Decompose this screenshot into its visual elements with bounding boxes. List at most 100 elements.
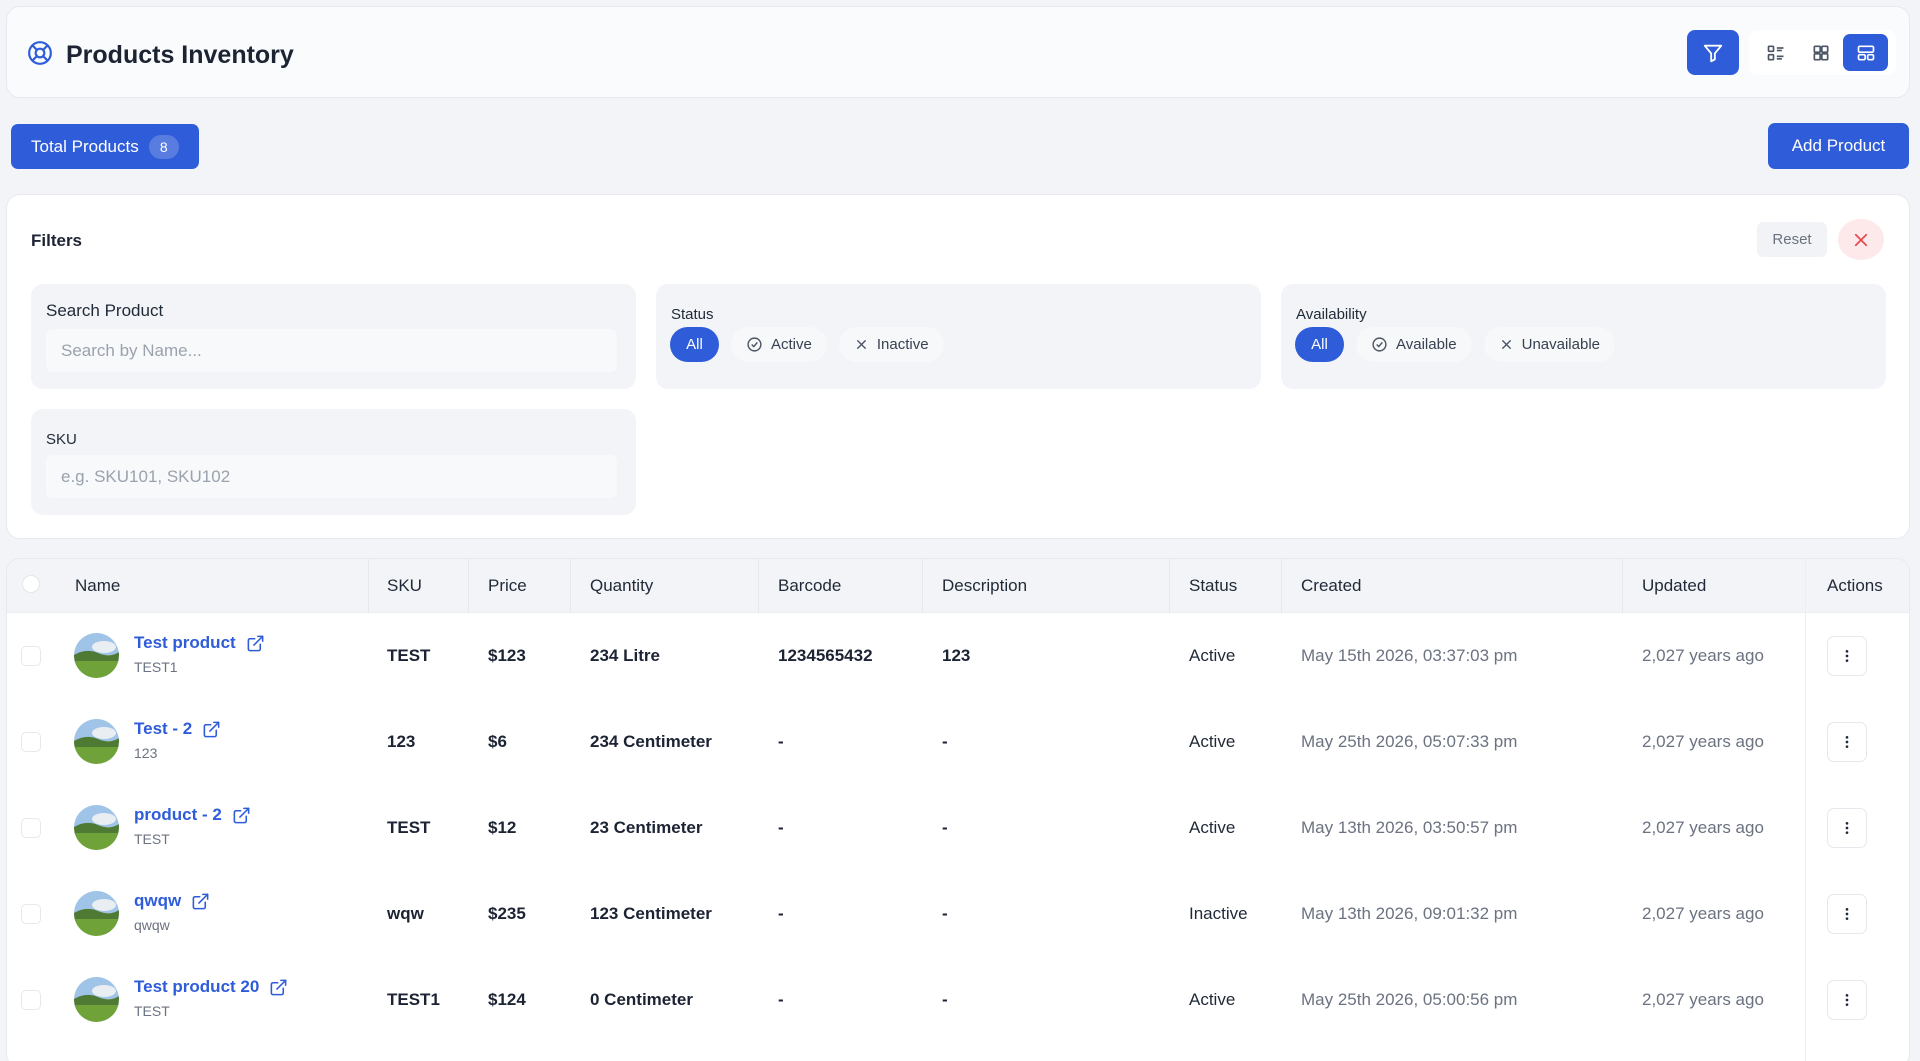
add-product-button[interactable]: Add Product <box>1768 123 1909 169</box>
more-vertical-icon <box>1845 736 1849 748</box>
column-header-sku[interactable]: SKU <box>387 576 422 596</box>
grid-view-button[interactable] <box>1798 34 1843 71</box>
cell-status: Inactive <box>1189 904 1248 923</box>
reset-filters-button[interactable]: Reset <box>1757 222 1827 257</box>
product-name-link[interactable]: Test - 2 <box>134 719 221 739</box>
table-row[interactable]: product - 2 TEST TEST $12 23 Centimeter … <box>7 785 1909 871</box>
search-product-input[interactable]: Search by Name... <box>46 329 617 372</box>
cell-quantity: 0 Centimeter <box>590 990 693 1009</box>
availability-chip-unavailable[interactable]: Unavailable <box>1483 327 1615 362</box>
row-actions-button[interactable] <box>1827 894 1867 934</box>
row-actions-button[interactable] <box>1827 722 1867 762</box>
column-header-quantity[interactable]: Quantity <box>590 576 653 596</box>
table-row[interactable]: Test product 20 TEST TEST1 $124 0 Centim… <box>7 957 1909 1043</box>
row-checkbox[interactable] <box>21 990 41 1010</box>
product-name-link[interactable]: product - 2 <box>134 805 251 825</box>
product-thumbnail <box>74 977 119 1022</box>
column-header-status[interactable]: Status <box>1189 576 1237 596</box>
column-header-description[interactable]: Description <box>942 576 1027 596</box>
cell-price: $124 <box>488 990 526 1009</box>
filter-icon <box>1703 44 1723 62</box>
product-subtitle: TEST1 <box>134 659 178 675</box>
product-thumbnail <box>74 719 119 764</box>
total-products-count: 8 <box>148 134 179 159</box>
status-chip-all[interactable]: All <box>670 327 719 362</box>
cell-sku: wqw <box>387 904 424 923</box>
row-checkbox[interactable] <box>21 818 41 838</box>
filters-title: Filters <box>31 231 83 250</box>
cell-status: Active <box>1189 646 1236 665</box>
product-name-link[interactable]: qwqw <box>134 891 210 911</box>
close-icon <box>1854 233 1868 246</box>
external-link-icon[interactable] <box>202 720 221 739</box>
availability-chip-available[interactable]: Available <box>1356 327 1472 362</box>
status-chip-active[interactable]: Active <box>731 327 827 362</box>
sku-filter-input[interactable]: e.g. SKU101, SKU102 <box>46 455 617 498</box>
cell-description: 123 <box>942 646 971 665</box>
sku-filter-label: SKU <box>46 431 77 448</box>
row-actions-button[interactable] <box>1827 808 1867 848</box>
cell-updated: 2,027 years ago <box>1642 818 1764 837</box>
column-header-barcode[interactable]: Barcode <box>778 576 841 596</box>
select-all-checkbox[interactable] <box>22 575 40 593</box>
cell-description: - <box>942 818 948 837</box>
status-chip-inactive[interactable]: Inactive <box>838 327 944 362</box>
sku-filter: SKU e.g. SKU101, SKU102 <box>31 409 636 515</box>
card-view-icon <box>1857 45 1874 61</box>
close-filters-button[interactable] <box>1838 219 1884 260</box>
cell-description: - <box>942 904 948 923</box>
cell-description: - <box>942 990 948 1009</box>
availability-filter: Availability All Available Unavailable <box>1281 284 1886 389</box>
row-actions-button[interactable] <box>1827 636 1867 676</box>
row-checkbox[interactable] <box>21 732 41 752</box>
column-header-name[interactable]: Name <box>75 576 120 596</box>
check-circle-icon <box>1372 337 1387 352</box>
availability-chip-all[interactable]: All <box>1295 327 1344 362</box>
cell-sku: TEST <box>387 646 431 665</box>
product-name-link[interactable]: Test product <box>134 633 265 653</box>
more-vertical-icon <box>1845 908 1849 920</box>
cell-barcode: - <box>778 818 784 837</box>
check-circle-icon <box>747 337 762 352</box>
table-row[interactable]: Test - 2 123 123 $6 234 Centimeter - - A… <box>7 699 1909 785</box>
filter-toggle-button[interactable] <box>1687 30 1739 75</box>
list-view-button[interactable] <box>1753 34 1798 71</box>
page-title: Products Inventory <box>66 41 294 69</box>
column-header-price[interactable]: Price <box>488 576 527 596</box>
cell-updated: 2,027 years ago <box>1642 732 1764 751</box>
search-product-label: Search Product <box>46 301 164 320</box>
table-row[interactable]: qwqw qwqw wqw $235 123 Centimeter - - In… <box>7 871 1909 957</box>
table-row[interactable]: Test product TEST1 TEST $123 234 Litre 1… <box>7 613 1909 699</box>
filters-panel: Filters Reset Search Product Search by N… <box>6 194 1910 539</box>
status-filter: Status All Active Inactive <box>656 284 1261 389</box>
external-link-icon[interactable] <box>269 978 288 997</box>
row-checkbox[interactable] <box>21 904 41 924</box>
cell-description: - <box>942 732 948 751</box>
external-link-icon[interactable] <box>232 806 251 825</box>
page-header: Products Inventory <box>6 6 1910 98</box>
cell-updated: 2,027 years ago <box>1642 990 1764 1009</box>
external-link-icon[interactable] <box>191 892 210 911</box>
cell-price: $235 <box>488 904 526 923</box>
product-subtitle: TEST <box>134 831 170 847</box>
product-name-link[interactable]: Test product 20 <box>134 977 288 997</box>
row-actions-button[interactable] <box>1827 980 1867 1020</box>
availability-chip-unavailable-label: Unavailable <box>1521 336 1600 353</box>
cell-created: May 13th 2026, 09:01:32 pm <box>1301 904 1518 923</box>
card-view-button[interactable] <box>1843 34 1888 71</box>
external-link-icon[interactable] <box>246 634 265 653</box>
more-vertical-icon <box>1845 822 1849 834</box>
availability-filter-label: Availability <box>1296 306 1367 323</box>
cell-quantity: 234 Litre <box>590 646 660 665</box>
total-products-button[interactable]: Total Products 8 <box>11 124 199 169</box>
total-products-label: Total Products <box>31 136 139 156</box>
row-checkbox[interactable] <box>21 646 41 666</box>
product-thumbnail <box>74 633 119 678</box>
search-product-filter: Search Product Search by Name... <box>31 284 636 389</box>
cell-barcode: - <box>778 990 784 1009</box>
column-header-updated[interactable]: Updated <box>1642 576 1706 596</box>
table-header: Name SKU Price Quantity Barcode Descript… <box>7 559 1909 613</box>
cell-status: Active <box>1189 732 1236 751</box>
column-header-created[interactable]: Created <box>1301 576 1361 596</box>
cell-sku: TEST <box>387 818 431 837</box>
